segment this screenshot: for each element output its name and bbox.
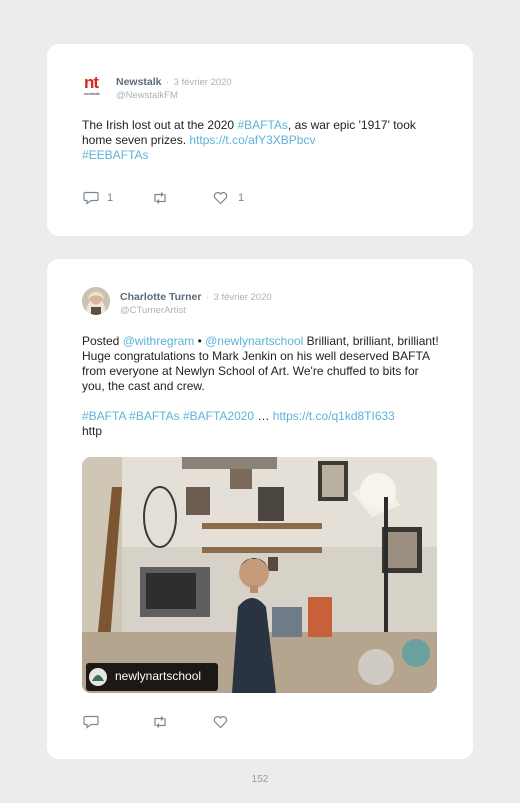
retweet-icon (154, 191, 166, 204)
tweet-date[interactable]: 3 février 2020 (174, 77, 232, 88)
mention-link[interactable]: @withregram (123, 334, 195, 348)
reply-button[interactable]: 1 (83, 190, 151, 205)
retweet-button[interactable] (151, 191, 213, 205)
photo-caption[interactable]: newlynartschool (115, 669, 201, 683)
tweet-actions (83, 714, 228, 729)
logo-mark: nt (84, 74, 99, 92)
tweet-date[interactable]: 3 février 2020 (214, 292, 272, 303)
ellipsis: … (254, 409, 273, 423)
like-count: 1 (238, 191, 245, 204)
text-segment: Posted (82, 334, 123, 348)
separator-dot: · (165, 77, 170, 88)
reply-count: 1 (107, 191, 114, 204)
text-segment: The Irish lost out at the 2020 (82, 118, 238, 132)
retweet-button[interactable] (151, 715, 213, 729)
url-link[interactable]: https://t.co/afY3XBPbcv (189, 133, 315, 147)
tweet-photo[interactable]: newlynartschool (82, 457, 437, 693)
separator-dot: · (205, 292, 210, 303)
reply-icon (83, 191, 99, 205)
url-link[interactable]: https://t.co/q1kd8TI633 (273, 409, 395, 423)
portrait-icon (82, 287, 110, 315)
hashtag-link[interactable]: #BAFTAs (237, 118, 287, 132)
author-handle[interactable]: @NewstalkFM (116, 89, 232, 102)
tweet-header: Charlotte Turner · 3 février 2020 @CTurn… (82, 287, 272, 317)
tweet-actions: 1 1 (83, 190, 244, 205)
artist-studio-photo (82, 457, 437, 693)
like-button[interactable]: 1 (213, 191, 244, 205)
like-button[interactable] (213, 715, 228, 729)
author-name[interactable]: Newstalk (116, 76, 162, 88)
reply-icon (83, 715, 99, 729)
author-handle[interactable]: @CTurnerArtist (120, 304, 272, 317)
tweet-card-newstalk: nt newstalk Newstalk · 3 février 2020 @N… (47, 44, 473, 236)
logo-subtext: newstalk (84, 91, 100, 96)
tweet-text: Posted @withregram • @newlynartschool Br… (82, 334, 442, 439)
hashtag-link[interactable]: #BAFTA (82, 409, 126, 423)
mention-link[interactable]: @newlynartschool (205, 334, 303, 348)
hashtag-link[interactable]: #EEBAFTAs (82, 148, 148, 162)
hashtag-link[interactable]: #BAFTAs (129, 409, 179, 423)
hashtag-link[interactable]: #BAFTA2020 (183, 409, 254, 423)
newstalk-logo-avatar[interactable]: nt newstalk (82, 74, 106, 98)
tweet-card-charlotte-turner: Charlotte Turner · 3 février 2020 @CTurn… (47, 259, 473, 759)
author-name[interactable]: Charlotte Turner (120, 291, 201, 303)
reply-button[interactable] (83, 714, 151, 729)
tweet-text: The Irish lost out at the 2020 #BAFTAs, … (82, 118, 442, 163)
page-number: 152 (251, 774, 269, 785)
retweet-icon (154, 715, 166, 728)
tweet-header: nt newstalk Newstalk · 3 février 2020 @N… (82, 74, 232, 102)
charlotte-avatar[interactable] (82, 287, 110, 315)
text-segment: • (194, 334, 206, 348)
heart-icon (213, 191, 228, 204)
truncated-link-text[interactable]: http (82, 424, 102, 438)
heart-icon (213, 715, 228, 728)
